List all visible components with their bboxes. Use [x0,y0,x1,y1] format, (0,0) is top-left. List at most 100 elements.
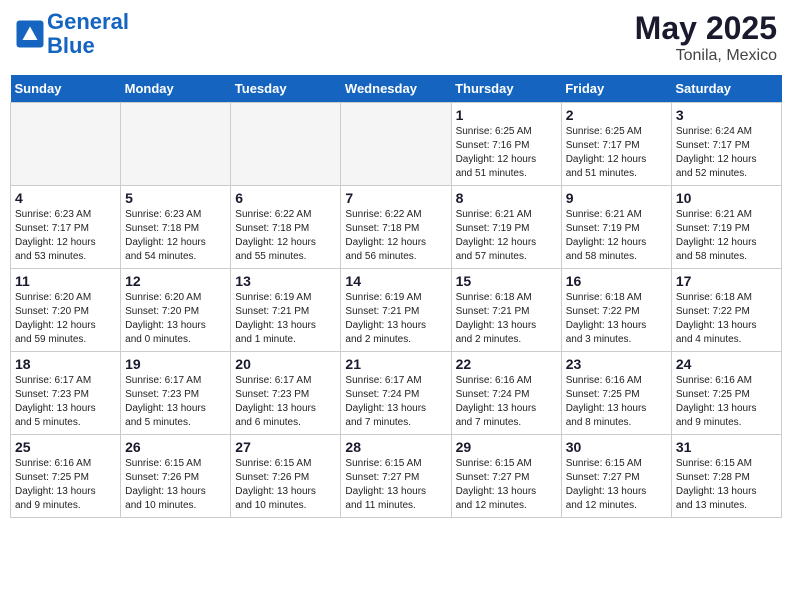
day-number: 24 [676,356,777,372]
location: Tonila, Mexico [635,47,777,65]
day-info: Sunrise: 6:22 AM Sunset: 7:18 PM Dayligh… [345,208,446,264]
page-header: General Blue May 2025 Tonila, Mexico [10,10,782,65]
calendar-cell: 20 Sunrise: 6:17 AM Sunset: 7:23 PM Dayli… [231,352,341,435]
day-number: 31 [676,439,777,455]
calendar-cell: 11 Sunrise: 6:20 AM Sunset: 7:20 PM Dayli… [11,269,121,352]
calendar-cell: 4Sunrise: 6:23 AM Sunset: 7:17 PM Daylig… [11,186,121,269]
calendar-cell [341,103,451,186]
calendar-cell: 23 Sunrise: 6:16 AM Sunset: 7:25 PM Dayli… [561,352,671,435]
day-number: 18 [15,356,116,372]
day-number: 15 [456,273,557,289]
calendar-cell: 5Sunrise: 6:23 AM Sunset: 7:18 PM Daylig… [121,186,231,269]
calendar-cell: 26Sunrise: 6:15 AM Sunset: 7:26 PM Dayli… [121,435,231,518]
day-info: Sunrise: 6:15 AM Sunset: 7:27 PM Dayligh… [456,457,557,513]
day-number: 14 [345,273,446,289]
day-info: Sunrise: 6:17 AM Sunset: 7:23 PM Dayligh… [15,374,116,430]
day-number: 20 [235,356,336,372]
day-number: 23 [566,356,667,372]
day-number: 7 [345,190,446,206]
calendar-week-3: 11 Sunrise: 6:20 AM Sunset: 7:20 PM Dayli… [11,269,782,352]
calendar-table: SundayMondayTuesdayWednesdayThursdayFrid… [10,75,782,518]
calendar-cell: 12Sunrise: 6:20 AM Sunset: 7:20 PM Dayli… [121,269,231,352]
day-info: Sunrise: 6:18 AM Sunset: 7:22 PM Dayligh… [676,291,777,347]
logo-text: General Blue [47,10,129,58]
calendar-cell: 29 Sunrise: 6:15 AM Sunset: 7:27 PM Dayli… [451,435,561,518]
calendar-cell: 16 Sunrise: 6:18 AM Sunset: 7:22 PM Dayli… [561,269,671,352]
month-year: May 2025 [635,10,777,47]
day-info: Sunrise: 6:18 AM Sunset: 7:22 PM Dayligh… [566,291,667,347]
weekday-header-thursday: Thursday [451,75,561,103]
day-number: 26 [125,439,226,455]
day-info: Sunrise: 6:23 AM Sunset: 7:18 PM Dayligh… [125,208,226,264]
day-number: 1 [456,107,557,123]
calendar-cell: 19 Sunrise: 6:17 AM Sunset: 7:23 PM Dayli… [121,352,231,435]
day-info: Sunrise: 6:19 AM Sunset: 7:21 PM Dayligh… [345,291,446,347]
day-info: Sunrise: 6:15 AM Sunset: 7:27 PM Dayligh… [566,457,667,513]
calendar-week-5: 25Sunrise: 6:16 AM Sunset: 7:25 PM Dayli… [11,435,782,518]
day-info: Sunrise: 6:20 AM Sunset: 7:20 PM Dayligh… [15,291,116,347]
day-number: 29 [456,439,557,455]
day-number: 3 [676,107,777,123]
calendar-cell [231,103,341,186]
day-info: Sunrise: 6:25 AM Sunset: 7:17 PM Dayligh… [566,125,667,181]
day-number: 6 [235,190,336,206]
weekday-header-row: SundayMondayTuesdayWednesdayThursdayFrid… [11,75,782,103]
logo-icon [15,19,45,49]
weekday-header-wednesday: Wednesday [341,75,451,103]
day-number: 11 [15,273,116,289]
calendar-cell: 21 Sunrise: 6:17 AM Sunset: 7:24 PM Dayli… [341,352,451,435]
day-info: Sunrise: 6:17 AM Sunset: 7:23 PM Dayligh… [125,374,226,430]
day-number: 30 [566,439,667,455]
calendar-cell: 24 Sunrise: 6:16 AM Sunset: 7:25 PM Dayli… [671,352,781,435]
day-info: Sunrise: 6:16 AM Sunset: 7:24 PM Dayligh… [456,374,557,430]
title-block: May 2025 Tonila, Mexico [635,10,777,65]
calendar-cell [121,103,231,186]
day-info: Sunrise: 6:15 AM Sunset: 7:28 PM Dayligh… [676,457,777,513]
calendar-cell [11,103,121,186]
calendar-cell: 7 Sunrise: 6:22 AM Sunset: 7:18 PM Daylig… [341,186,451,269]
day-info: Sunrise: 6:21 AM Sunset: 7:19 PM Dayligh… [566,208,667,264]
day-number: 16 [566,273,667,289]
day-info: Sunrise: 6:24 AM Sunset: 7:17 PM Dayligh… [676,125,777,181]
calendar-cell: 15 Sunrise: 6:18 AM Sunset: 7:21 PM Dayli… [451,269,561,352]
day-number: 27 [235,439,336,455]
calendar-week-2: 4Sunrise: 6:23 AM Sunset: 7:17 PM Daylig… [11,186,782,269]
day-number: 28 [345,439,446,455]
calendar-cell: 27Sunrise: 6:15 AM Sunset: 7:26 PM Dayli… [231,435,341,518]
day-number: 13 [235,273,336,289]
day-info: Sunrise: 6:17 AM Sunset: 7:23 PM Dayligh… [235,374,336,430]
logo: General Blue [15,10,129,58]
weekday-header-monday: Monday [121,75,231,103]
weekday-header-saturday: Saturday [671,75,781,103]
day-number: 12 [125,273,226,289]
day-info: Sunrise: 6:15 AM Sunset: 7:27 PM Dayligh… [345,457,446,513]
day-number: 25 [15,439,116,455]
logo-line1: General [47,9,129,34]
calendar-cell: 14 Sunrise: 6:19 AM Sunset: 7:21 PM Dayli… [341,269,451,352]
calendar-cell: 3 Sunrise: 6:24 AM Sunset: 7:17 PM Daylig… [671,103,781,186]
calendar-week-4: 18 Sunrise: 6:17 AM Sunset: 7:23 PM Dayli… [11,352,782,435]
day-info: Sunrise: 6:22 AM Sunset: 7:18 PM Dayligh… [235,208,336,264]
day-info: Sunrise: 6:17 AM Sunset: 7:24 PM Dayligh… [345,374,446,430]
day-number: 9 [566,190,667,206]
calendar-cell: 25Sunrise: 6:16 AM Sunset: 7:25 PM Dayli… [11,435,121,518]
day-number: 19 [125,356,226,372]
day-number: 21 [345,356,446,372]
calendar-cell: 8Sunrise: 6:21 AM Sunset: 7:19 PM Daylig… [451,186,561,269]
day-number: 4 [15,190,116,206]
day-info: Sunrise: 6:16 AM Sunset: 7:25 PM Dayligh… [566,374,667,430]
day-number: 8 [456,190,557,206]
calendar-cell: 2 Sunrise: 6:25 AM Sunset: 7:17 PM Daylig… [561,103,671,186]
calendar-cell: 13Sunrise: 6:19 AM Sunset: 7:21 PM Dayli… [231,269,341,352]
day-info: Sunrise: 6:18 AM Sunset: 7:21 PM Dayligh… [456,291,557,347]
calendar-cell: 9 Sunrise: 6:21 AM Sunset: 7:19 PM Daylig… [561,186,671,269]
calendar-cell: 6 Sunrise: 6:22 AM Sunset: 7:18 PM Daylig… [231,186,341,269]
calendar-cell: 22Sunrise: 6:16 AM Sunset: 7:24 PM Dayli… [451,352,561,435]
calendar-cell: 1Sunrise: 6:25 AM Sunset: 7:16 PM Daylig… [451,103,561,186]
day-number: 17 [676,273,777,289]
day-number: 10 [676,190,777,206]
calendar-cell: 31 Sunrise: 6:15 AM Sunset: 7:28 PM Dayli… [671,435,781,518]
weekday-header-sunday: Sunday [11,75,121,103]
day-number: 2 [566,107,667,123]
day-info: Sunrise: 6:16 AM Sunset: 7:25 PM Dayligh… [676,374,777,430]
